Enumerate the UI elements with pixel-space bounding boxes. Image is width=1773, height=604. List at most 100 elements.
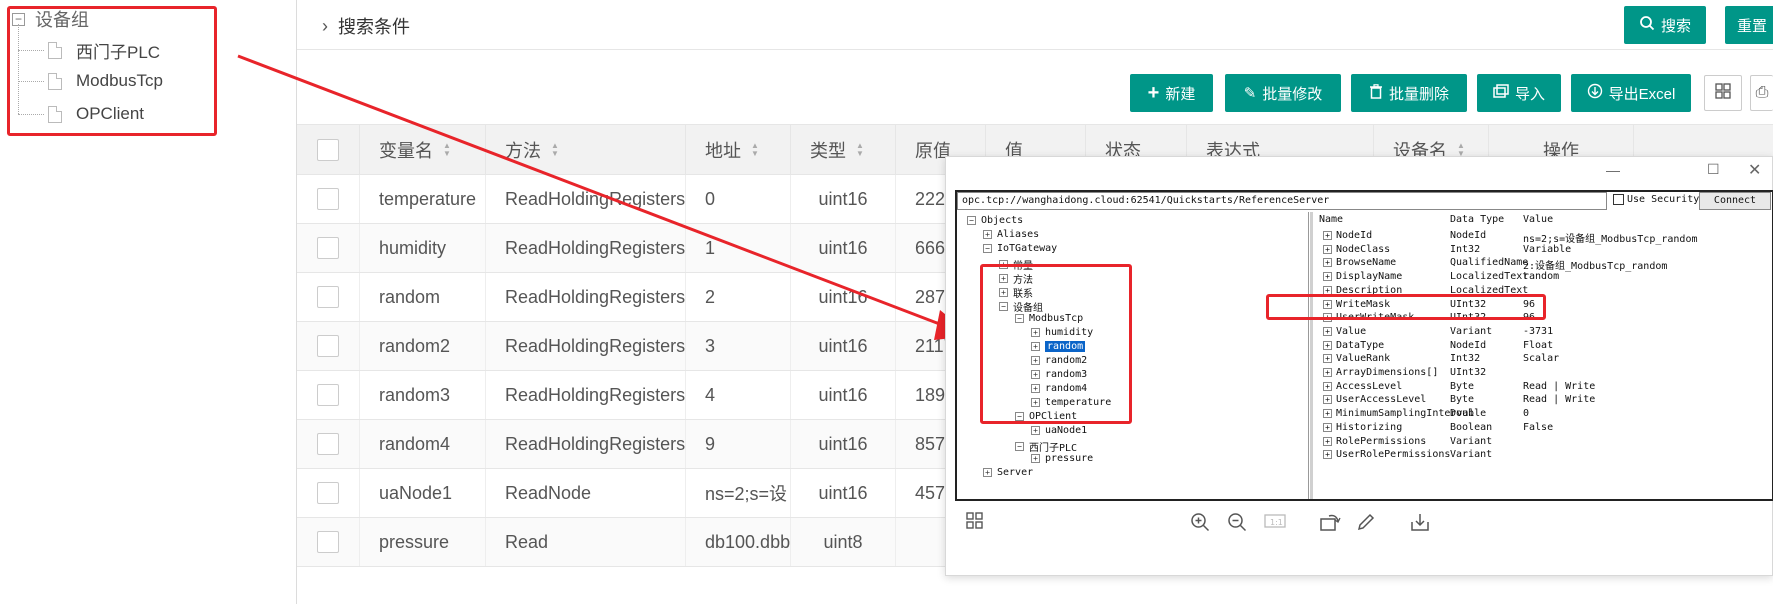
attr-row[interactable]: + Value Variant -3731 [1315, 325, 1772, 340]
expand-icon[interactable]: + [1323, 368, 1332, 377]
attr-type: Variant [1450, 325, 1493, 337]
attr-row[interactable]: + Historizing Boolean False [1315, 422, 1772, 436]
cell-addr: 9 [686, 420, 791, 468]
cell-type: uint16 [791, 420, 896, 468]
expand-icon[interactable]: + [1323, 340, 1332, 350]
cell-name: pressure [360, 518, 486, 566]
row-checkbox[interactable] [317, 531, 339, 553]
expand-icon[interactable]: + [1323, 258, 1332, 268]
maximize-icon[interactable]: ☐ [1707, 161, 1720, 178]
attr-row[interactable]: + ArrayDimensions[] UInt32 [1315, 367, 1772, 381]
sort-icon[interactable]: ▲ ▼ [856, 142, 864, 158]
attr-row[interactable]: + BrowseName QualifiedName 2:设备组_ModbusTcp_… [1315, 257, 1772, 272]
cell-method: ReadHoldingRegisters [486, 371, 686, 419]
node-pressure[interactable]: + pressure [1031, 453, 1093, 464]
row-checkbox[interactable] [317, 384, 339, 406]
expand-icon[interactable]: + [1323, 326, 1332, 336]
attr-row[interactable]: + UserRolePermissions Variant [1315, 449, 1772, 463]
zoom-out-icon[interactable] [1227, 512, 1257, 542]
cell-type: uint16 [791, 322, 896, 370]
cell-addr: 1 [686, 224, 791, 272]
row-select-cell [297, 518, 360, 566]
attr-row[interactable]: + UserAccessLevel Byte Read | Write [1315, 394, 1772, 408]
expand-icon[interactable]: + [1323, 436, 1332, 446]
attr-value: Read | Write [1523, 380, 1596, 392]
column-toggle-button[interactable] [1704, 75, 1742, 111]
batch-delete-button[interactable]: 批量删除 [1351, 74, 1467, 112]
select-all-checkbox[interactable] [317, 139, 339, 161]
row-checkbox[interactable] [317, 188, 339, 210]
cell-type: uint16 [791, 224, 896, 272]
attr-row[interactable]: + DataType NodeId Float [1315, 340, 1772, 354]
attr-value: Variable [1523, 243, 1572, 255]
viewer-toolbar: 1:1 [946, 512, 1773, 562]
expand-icon[interactable]: + [1323, 422, 1332, 432]
pane-splitter[interactable] [1310, 212, 1313, 499]
highlight-box-opc-tree [980, 264, 1132, 424]
zoom-in-icon[interactable] [1190, 512, 1220, 542]
node-objects[interactable]: − Objects [967, 215, 1023, 226]
attr-row[interactable]: + DisplayName LocalizedText random [1315, 271, 1772, 285]
image-viewer-window: — ☐ ✕ opc.tcp://wanghaidong.cloud:62541/… [945, 156, 1773, 576]
server-address-field[interactable]: opc.tcp://wanghaidong.cloud:62541/Quicks… [957, 192, 1607, 210]
col-header-method[interactable]: 方法 ▲ ▼ [486, 125, 686, 175]
attr-type: LocalizedText [1450, 271, 1529, 283]
attr-row[interactable]: + NodeId NodeId ns=2;s=设备组_ModbusTcp_random [1315, 230, 1772, 245]
expand-icon[interactable]: + [1323, 409, 1332, 419]
attr-row[interactable]: + AccessLevel Byte Read | Write [1315, 380, 1772, 395]
row-checkbox[interactable] [317, 433, 339, 455]
col-header-type[interactable]: 类型 ▲ ▼ [791, 125, 896, 175]
actual-size-icon[interactable]: 1:1 [1264, 512, 1294, 542]
expand-icon[interactable]: + [1323, 231, 1332, 240]
search-button[interactable]: 搜索 [1624, 6, 1706, 44]
node-iotgateway[interactable]: − IoTGateway [983, 243, 1057, 254]
row-checkbox[interactable] [317, 237, 339, 259]
row-checkbox[interactable] [317, 482, 339, 504]
attr-row[interactable]: + NodeClass Int32 Variable [1315, 243, 1772, 258]
node-aliases[interactable]: + Aliases [983, 229, 1039, 240]
trash-icon [1369, 83, 1383, 103]
close-icon[interactable]: ✕ [1748, 160, 1761, 180]
import-button[interactable]: 导入 [1477, 74, 1561, 112]
cell-addr: db100.dbb [686, 518, 791, 566]
expand-icon[interactable]: + [1323, 244, 1332, 254]
sort-icon[interactable]: ▲ ▼ [443, 142, 451, 158]
attr-row[interactable]: + MinimumSamplingInterval Double 0 [1315, 408, 1772, 422]
expand-icon[interactable]: + [1323, 381, 1332, 391]
col-header-address[interactable]: 地址 ▲ ▼ [686, 125, 791, 175]
row-select-cell [297, 224, 360, 272]
node-server[interactable]: + Server [983, 467, 1033, 478]
batch-edit-button[interactable]: ✎ 批量修改 [1225, 74, 1341, 112]
expand-icon[interactable]: + [1323, 450, 1332, 460]
use-security-checkbox[interactable]: Use Security [1613, 194, 1699, 205]
print-button[interactable]: ⎙ [1750, 75, 1773, 111]
export-excel-button[interactable]: 导出Excel [1571, 74, 1691, 112]
connect-button[interactable]: Connect [1699, 192, 1771, 210]
expand-icon[interactable]: + [1323, 272, 1332, 282]
attr-name: NodeId [1336, 230, 1373, 241]
row-checkbox[interactable] [317, 335, 339, 357]
reset-button[interactable]: 重置 [1725, 6, 1773, 44]
opc-attribute-list: Name Data Type Value + NodeId NodeId ns=2;s… [1315, 212, 1772, 499]
chevron-right-icon: › [322, 15, 328, 36]
cell-name: random2 [360, 322, 486, 370]
node-siemens[interactable]: − 西门子PLC [1015, 439, 1077, 454]
sort-icon[interactable]: ▲ ▼ [751, 142, 759, 158]
attr-row[interactable]: + RolePermissions Variant [1315, 436, 1772, 450]
rotate-icon[interactable] [1319, 512, 1349, 542]
expand-icon[interactable]: + [1323, 354, 1332, 364]
expand-icon[interactable]: + [1323, 395, 1332, 405]
row-checkbox[interactable] [317, 286, 339, 308]
download-icon[interactable] [1410, 512, 1440, 542]
search-toggle[interactable]: › 搜索条件 [322, 13, 410, 39]
col-header-name[interactable]: 变量名 ▲ ▼ [360, 125, 486, 175]
attr-name: DisplayName [1336, 271, 1403, 283]
sort-icon[interactable]: ▲ ▼ [551, 142, 559, 158]
node-uanode1[interactable]: + uaNode1 [1031, 425, 1087, 436]
cell-method: Read [486, 518, 686, 566]
new-button[interactable]: + 新建 [1130, 74, 1213, 112]
edit-icon[interactable] [1356, 512, 1386, 542]
minimize-icon[interactable]: — [1606, 162, 1620, 178]
attr-row[interactable]: + ValueRank Int32 Scalar [1315, 353, 1772, 367]
thumbnail-grid-icon[interactable] [966, 512, 996, 542]
